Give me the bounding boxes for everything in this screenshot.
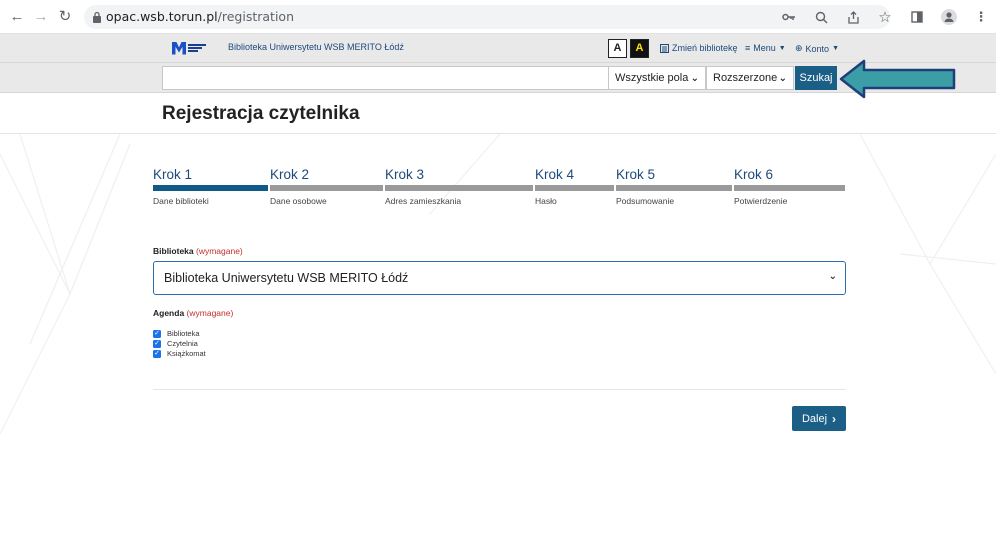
- search-field-select[interactable]: Wszystkie pola ⌄: [608, 66, 706, 90]
- background-decoration: [0, 134, 996, 435]
- account-dropdown[interactable]: ⊕ Konto ▼: [795, 43, 839, 54]
- step-1-bar: [153, 185, 268, 191]
- address-bar[interactable]: opac.wsb.torun.pl/registration: [84, 5, 890, 29]
- caret-down-icon: ▼: [832, 45, 840, 52]
- chevron-down-icon: ⌄: [828, 271, 837, 282]
- agenda-option-czytelnia[interactable]: ✓ Czytelnia: [153, 339, 198, 348]
- library-name-link[interactable]: Biblioteka Uniwersytetu WSB MERITO Łódź: [228, 42, 404, 52]
- step-6: Krok 6: [734, 166, 773, 184]
- logo-mark: [172, 41, 186, 55]
- url-host: opac.wsb.torun.pl: [106, 9, 218, 24]
- step-5-subtitle: Podsumowanie: [616, 196, 675, 206]
- required-marker: (wymagane): [196, 246, 243, 256]
- form-divider: [153, 389, 846, 390]
- menu-dropdown[interactable]: ≡ Menu ▼: [745, 43, 786, 53]
- step-4-subtitle: Hasło: [535, 196, 557, 206]
- step-5-bar: [616, 185, 732, 191]
- profile-icon[interactable]: [940, 8, 958, 26]
- checkbox-checked-icon[interactable]: ✓: [153, 339, 161, 348]
- bookmark-star-icon[interactable]: ☆: [876, 8, 894, 26]
- step-2-bar: [270, 185, 383, 191]
- contrast-normal-button[interactable]: A: [608, 39, 627, 58]
- agenda-option-label: Biblioteka: [167, 329, 200, 338]
- required-marker: (wymagane): [186, 308, 234, 318]
- browser-toolbar: ← → ↻ opac.wsb.torun.pl/registration ☆ ⋮: [0, 0, 996, 34]
- agenda-option-label: Czytelnia: [167, 339, 198, 348]
- change-library-link[interactable]: Zmień bibliotekę: [660, 43, 738, 53]
- next-button-label: Dalej: [801, 412, 828, 425]
- agenda-label-text: Agenda: [153, 308, 185, 318]
- url-text: opac.wsb.torun.pl/registration: [106, 9, 294, 24]
- contrast-high-button[interactable]: A: [630, 39, 649, 58]
- library-field-label: Biblioteka (wymagane): [153, 246, 243, 256]
- next-button[interactable]: Dalej ›: [792, 406, 846, 431]
- library-select-value: Biblioteka Uniwersytetu WSB MERITO Łódź: [164, 271, 409, 285]
- search-mode-value: Rozszerzone: [713, 72, 778, 84]
- library-icon: [660, 43, 669, 53]
- account-label: Konto: [805, 43, 830, 54]
- account-icon: ⊕: [795, 43, 803, 53]
- university-logo[interactable]: [172, 41, 212, 55]
- key-icon[interactable]: [780, 8, 798, 26]
- library-select[interactable]: Biblioteka Uniwersytetu WSB MERITO Łódź …: [153, 261, 846, 295]
- zoom-icon[interactable]: [812, 8, 830, 26]
- share-icon[interactable]: [844, 8, 862, 26]
- page-title: Rejestracja czytelnika: [162, 103, 360, 124]
- search-button[interactable]: Szukaj: [795, 66, 837, 90]
- step-4-bar: [535, 185, 614, 191]
- chevron-down-icon: ⌄: [778, 72, 787, 84]
- menu-label: Menu: [753, 43, 776, 53]
- chevron-down-icon: ⌄: [690, 72, 699, 84]
- checkbox-checked-icon[interactable]: ✓: [153, 329, 161, 338]
- step-title: Krok 4: [535, 167, 575, 182]
- caret-down-icon: ▼: [778, 44, 786, 52]
- step-title: Krok 1: [153, 167, 193, 182]
- search-input[interactable]: [162, 66, 609, 90]
- step-6-bar: [734, 185, 845, 191]
- step-title: Krok 3: [385, 167, 425, 182]
- step-3-subtitle: Adres zamieszkania: [385, 196, 462, 206]
- step-title: Krok 6: [734, 167, 774, 182]
- step-title: Krok 2: [270, 167, 310, 182]
- agenda-option-label: Książkomat: [167, 349, 206, 358]
- step-6-subtitle: Potwierdzenie: [734, 196, 788, 206]
- checkbox-checked-icon[interactable]: ✓: [153, 349, 161, 358]
- url-path: /registration: [217, 9, 294, 24]
- step-2-subtitle: Dane osobowe: [270, 196, 327, 206]
- title-divider: [0, 133, 996, 134]
- back-arrow-icon[interactable]: ←: [8, 8, 26, 26]
- forward-arrow-icon[interactable]: →: [32, 8, 50, 26]
- library-label-text: Biblioteka: [153, 246, 194, 256]
- chevron-right-icon: ›: [832, 411, 837, 426]
- annotation-arrow-icon: [839, 59, 956, 99]
- agenda-option-biblioteka[interactable]: ✓ Biblioteka: [153, 329, 200, 338]
- search-mode-select[interactable]: Rozszerzone ⌄: [706, 66, 794, 90]
- step-3: Krok 3: [385, 166, 424, 184]
- search-field-value: Wszystkie pola: [615, 72, 689, 84]
- more-menu-icon[interactable]: ⋮: [972, 8, 990, 26]
- hamburger-icon: ≡: [745, 43, 751, 53]
- agenda-option-ksiazkomat[interactable]: ✓ Książkomat: [153, 349, 206, 358]
- step-2: Krok 2: [270, 166, 309, 184]
- step-4: Krok 4: [535, 166, 574, 184]
- reload-icon[interactable]: ↻: [56, 8, 74, 26]
- step-5: Krok 5: [616, 166, 655, 184]
- lock-icon: [93, 11, 101, 23]
- step-3-bar: [385, 185, 533, 191]
- step-1-subtitle: Dane biblioteki: [153, 196, 209, 206]
- step-1: Krok 1: [153, 166, 192, 184]
- agenda-field-label: Agenda (wymagane): [153, 308, 233, 318]
- side-panel-icon[interactable]: [908, 8, 926, 26]
- change-library-label: Zmień bibliotekę: [672, 43, 738, 53]
- step-title: Krok 5: [616, 167, 656, 182]
